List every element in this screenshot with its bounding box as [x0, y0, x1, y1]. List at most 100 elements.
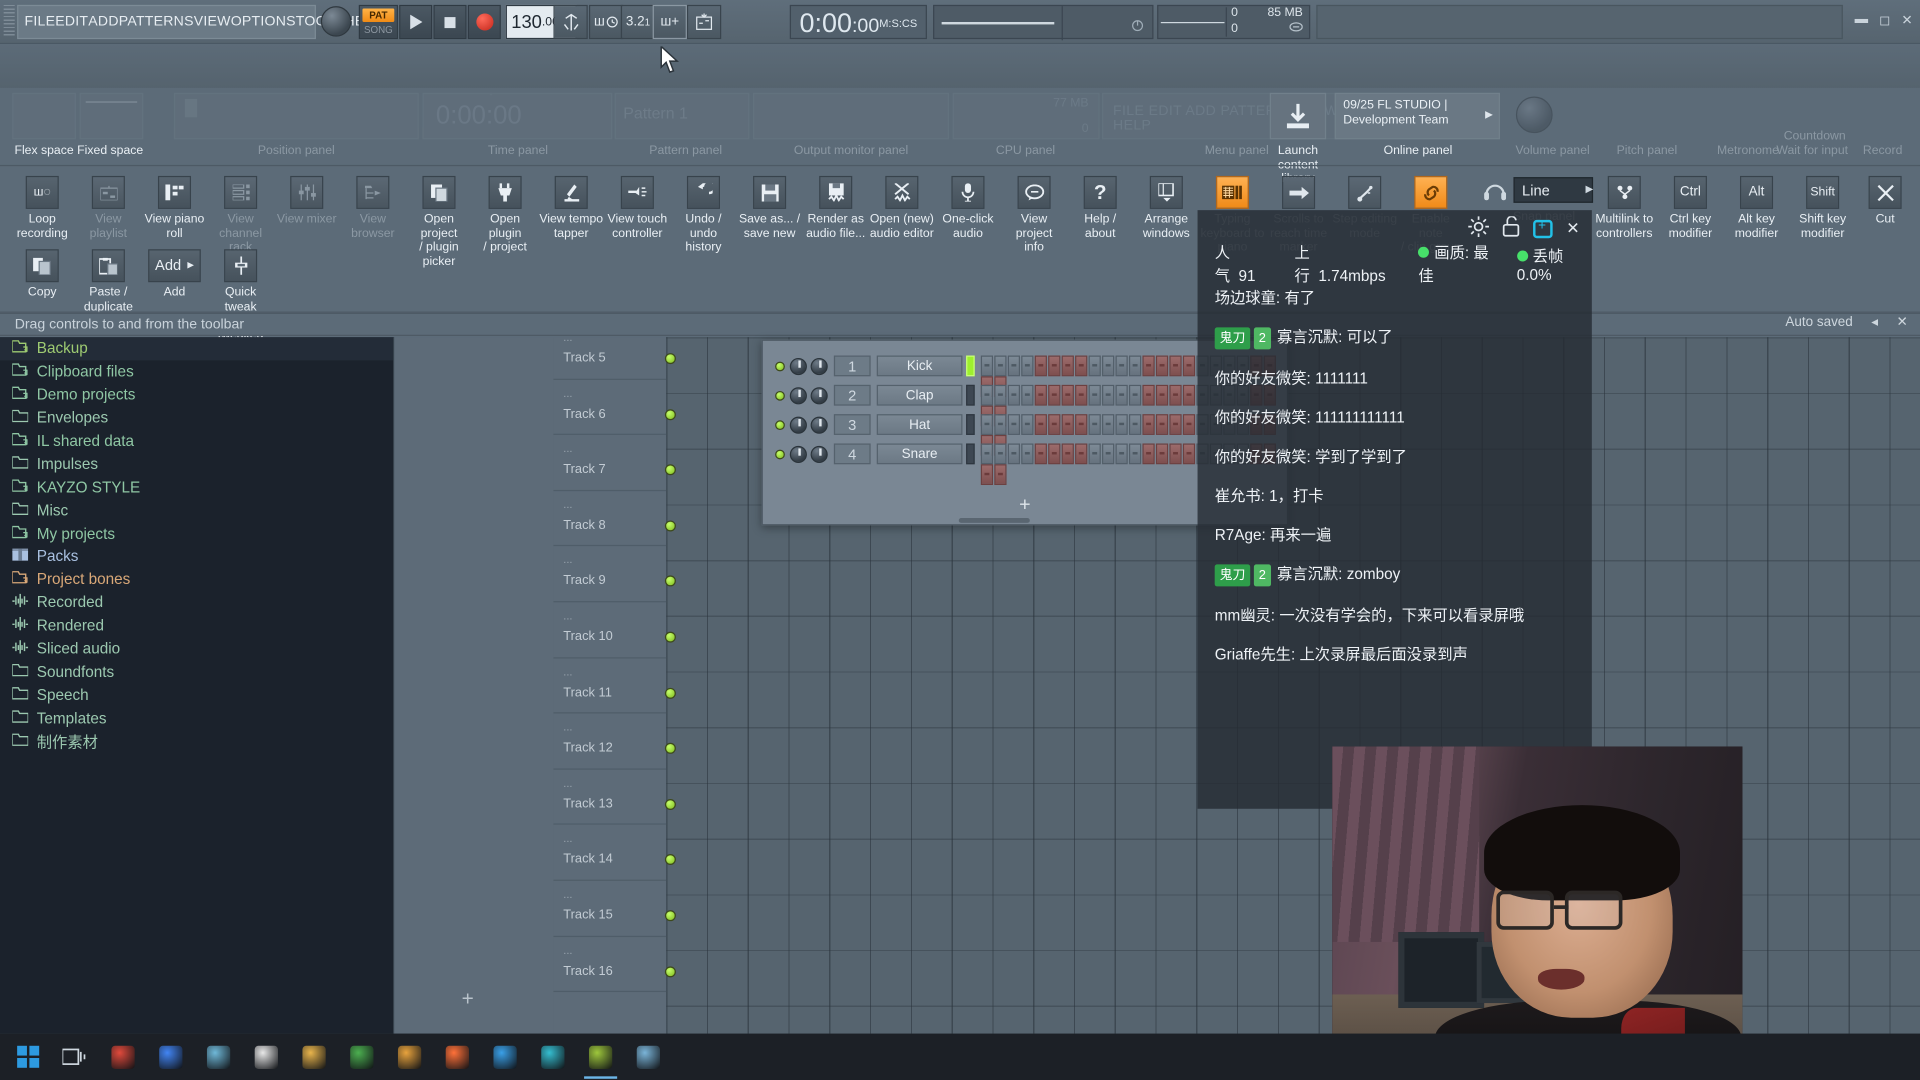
channel-select-bar[interactable] — [966, 384, 975, 406]
channel-volume-knob[interactable] — [810, 387, 828, 405]
track-menu-dots[interactable]: ... — [563, 331, 572, 343]
channel-pan-knob[interactable] — [789, 416, 807, 434]
step-button[interactable] — [1088, 355, 1101, 377]
time-panel[interactable]: 0:00:00M:S:CS — [789, 4, 927, 40]
playlist-track-header[interactable]: ... Track 9 — [553, 547, 676, 603]
step-button[interactable] — [1088, 384, 1101, 406]
track-led[interactable] — [664, 910, 676, 922]
palette-view-browser[interactable]: View browser — [340, 171, 406, 247]
playlist-track-header[interactable]: ... Track 8 — [553, 491, 676, 547]
step-button[interactable] — [1128, 443, 1142, 465]
palette-alt-key-modifier[interactable]: Alt Alt key modifier — [1724, 171, 1789, 247]
step-button[interactable] — [1169, 355, 1182, 377]
track-menu-dots[interactable]: ... — [563, 387, 572, 399]
palette-multilink-to-controllers[interactable]: Multilink to controllers — [1591, 171, 1657, 247]
track-menu-dots[interactable]: ... — [563, 832, 572, 844]
browser-item-my-projects[interactable]: My projects — [0, 522, 393, 545]
typing-keyboard-button[interactable]: ш+ — [652, 4, 687, 40]
close-icon[interactable]: ✕ — [1901, 12, 1912, 28]
toolbar-grip[interactable] — [3, 4, 15, 38]
track-menu-dots[interactable]: ... — [563, 721, 572, 733]
channel-pan-knob[interactable] — [789, 357, 807, 376]
play-button[interactable] — [399, 4, 433, 40]
playlist-track-header[interactable]: ... Track 7 — [553, 435, 676, 491]
palette-open-plugin-project[interactable]: Open plugin / project — [472, 171, 538, 255]
menu-edit[interactable]: EDIT — [55, 15, 88, 30]
browser-item-envelopes[interactable]: Envelopes — [0, 406, 393, 429]
track-led[interactable] — [664, 353, 676, 365]
gear-icon[interactable] — [1468, 216, 1490, 240]
master-knob[interactable] — [320, 6, 352, 37]
snap-value-dropdown[interactable]: Line — [1513, 177, 1594, 203]
step-button[interactable] — [1182, 443, 1196, 465]
palette-help-about[interactable]: ? Help / about — [1067, 171, 1133, 247]
channel-pan-knob[interactable] — [789, 387, 807, 405]
taskbar-app-2[interactable] — [196, 1034, 241, 1080]
cpu-panel[interactable]: 0 85 MB 0 — [1157, 4, 1311, 40]
stop-button[interactable] — [433, 4, 467, 40]
step-button[interactable] — [1169, 443, 1182, 465]
channel-name-button[interactable]: Kick — [876, 355, 963, 377]
browser-list[interactable]: Backup Clipboard files Demo projects Envelo… — [0, 337, 394, 753]
menu-add[interactable]: ADD — [88, 15, 118, 30]
channel-volume-knob[interactable] — [810, 416, 828, 434]
step-button[interactable] — [1048, 355, 1061, 377]
step-button[interactable] — [1115, 414, 1128, 435]
browser-item-[interactable]: 制作素材 — [0, 730, 393, 753]
online-panel[interactable]: 09/25 FL STUDIO | Development Team ▶ — [1334, 92, 1500, 140]
step-button[interactable] — [1034, 384, 1047, 406]
palette-render-as-audio[interactable]: Render as audio file... — [803, 171, 869, 247]
record-button[interactable] — [467, 4, 501, 40]
palette-save-as[interactable]: Save as... / save new — [737, 171, 803, 247]
chat-username[interactable]: 你的好友微笑: — [1215, 370, 1311, 387]
chat-username[interactable]: R7Age: — [1215, 527, 1266, 544]
palette-cut[interactable]: Cut — [1852, 171, 1918, 247]
playlist-track-header[interactable]: ... Track 13 — [553, 769, 676, 826]
channel-name-button[interactable]: Snare — [876, 443, 963, 465]
step-button[interactable] — [1142, 414, 1155, 435]
step-button[interactable] — [1115, 443, 1128, 465]
step-button[interactable] — [1155, 384, 1169, 406]
playlist-track-header[interactable]: ... Track 5 — [553, 324, 676, 380]
channel-rack-scrollbar[interactable] — [958, 518, 1030, 523]
chat-username[interactable]: 你的好友微笑: — [1215, 409, 1311, 426]
step-button[interactable] — [1075, 384, 1088, 406]
palette-view-piano-roll[interactable]: View piano roll — [142, 171, 207, 247]
step-button[interactable] — [1182, 414, 1196, 435]
step-button[interactable] — [1007, 355, 1020, 377]
track-menu-dots[interactable]: ... — [563, 665, 572, 677]
step-button[interactable] — [1142, 355, 1155, 377]
palette-view-tempo-tapper[interactable]: View tempo tapper — [538, 171, 604, 247]
minimize-icon[interactable]: ▬ — [1855, 12, 1868, 28]
start-button[interactable] — [5, 1034, 50, 1080]
playlist-track-header[interactable]: ... Track 12 — [553, 714, 676, 770]
step-button[interactable] — [1128, 355, 1142, 377]
playlist-track-header[interactable]: ... Track 11 — [553, 658, 676, 714]
step-button[interactable] — [1155, 443, 1169, 465]
menu-file[interactable]: FILE — [24, 15, 55, 30]
channel-led[interactable] — [775, 449, 785, 460]
step-button[interactable] — [1048, 384, 1061, 406]
browser-item-sliced-audio[interactable]: Sliced audio — [0, 637, 393, 660]
live-chat-overlay[interactable]: ✕ 人气 91 上行 1.74mbps 画质: 最佳 丢帧 0.0% 场边球童:… — [1197, 210, 1592, 853]
step-button[interactable] — [1021, 384, 1034, 406]
playlist-track-header[interactable]: ... Track 10 — [553, 602, 676, 659]
chat-username[interactable]: 寡言沉默: — [1277, 566, 1342, 583]
step-button[interactable] — [994, 414, 1007, 435]
step-button[interactable] — [1061, 355, 1074, 377]
channel-led[interactable] — [775, 390, 785, 401]
channel-number[interactable]: 1 — [833, 355, 871, 377]
taskbar-app-firefox[interactable] — [435, 1034, 480, 1080]
browser-item-project-bones[interactable]: Project bones — [0, 568, 393, 591]
palette-loop-recording[interactable]: ш ◌ Loop recording — [9, 171, 75, 247]
slot-pattern-panel[interactable]: Pattern 1 — [614, 92, 750, 140]
step-button[interactable] — [1182, 355, 1196, 377]
taskbar-app-edge[interactable] — [530, 1034, 575, 1080]
channel-volume-knob[interactable] — [810, 357, 828, 376]
status-close-icon[interactable]: ✕ — [1896, 315, 1907, 330]
palette-open-project-plugin-picker[interactable]: Open project / plugin picker — [406, 171, 472, 269]
track-led[interactable] — [664, 798, 676, 810]
countdown-button[interactable]: 3.21 — [620, 4, 656, 40]
browser-item-packs[interactable]: Packs — [0, 545, 393, 568]
palette-arrange-windows[interactable]: Arrange windows — [1133, 171, 1199, 247]
